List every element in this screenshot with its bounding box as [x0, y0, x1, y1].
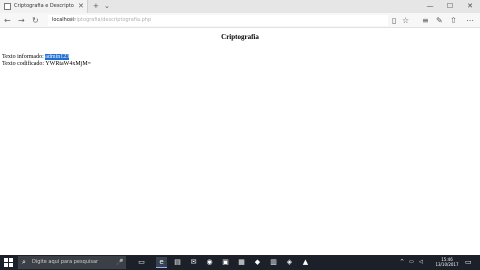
notification-center-icon[interactable]: ▭ [465, 257, 472, 268]
start-windows-icon[interactable] [4, 258, 13, 267]
more-icon[interactable]: ⋯ [466, 14, 474, 27]
app-icon-1[interactable]: ▣ [220, 257, 231, 268]
taskbar-search-box[interactable]: ⌕ Digite aqui para pesquisar 🎤 [18, 256, 126, 269]
hub-icon[interactable]: ≡ [422, 14, 429, 27]
volume-icon[interactable]: ◁ [419, 255, 423, 270]
app-icon-2[interactable]: ▦ [236, 257, 247, 268]
edge-browser-icon[interactable]: e [156, 257, 167, 268]
system-clock[interactable]: 15:46 13/10/2017 [432, 257, 462, 267]
informed-text-value[interactable]: admin123 [45, 54, 70, 60]
forward-icon[interactable]: → [18, 14, 25, 27]
address-bar[interactable]: localhost /criptografia/descriptografia.… [48, 15, 388, 26]
informed-text-label: Texto informado: [2, 54, 46, 60]
share-icon[interactable]: ⇧ [450, 14, 457, 27]
page-icon [4, 3, 11, 10]
refresh-icon[interactable]: ↻ [32, 14, 39, 27]
tab-close-icon[interactable]: ✕ [78, 1, 84, 12]
microphone-icon[interactable]: 🎤 [116, 256, 123, 269]
file-explorer-icon[interactable]: ▤ [172, 257, 183, 268]
search-icon: ⌕ [22, 258, 26, 266]
task-view-icon[interactable]: ▭ [136, 257, 147, 268]
app-icon-5[interactable]: ▲ [300, 257, 311, 268]
close-window-button[interactable]: ✕ [460, 0, 480, 13]
browser-tab-bar: Criptografia e Descripto ✕ + ⌄ — ☐ ✕ [0, 0, 480, 13]
mail-icon[interactable]: ✉ [188, 257, 199, 268]
minimize-button[interactable]: — [420, 0, 440, 13]
page-title: Criptografia [221, 33, 259, 41]
reading-view-icon[interactable]: ▯ [392, 14, 396, 27]
tab-criptografia[interactable]: Criptografia e Descripto ✕ [0, 0, 88, 13]
new-tab-icon[interactable]: + [93, 1, 99, 12]
favorite-star-icon[interactable]: ☆ [402, 14, 409, 27]
back-icon[interactable]: ← [4, 14, 11, 27]
browser-toolbar: ← → ↻ localhost /criptografia/descriptog… [0, 13, 480, 28]
app-icon-4[interactable]: ◈ [284, 257, 295, 268]
tab-title: Criptografia e Descripto [14, 3, 74, 9]
encoded-text-value[interactable]: YWRtaW4xMjM= [45, 61, 91, 67]
terminal-icon[interactable]: ▥ [268, 257, 279, 268]
address-path: /criptografia/descriptografia.php [70, 17, 152, 23]
informed-text-line: Texto informado: admin123 [2, 54, 70, 61]
clock-date: 13/10/2017 [435, 262, 459, 267]
encoded-text-line: Texto codificado: YWRtaW4xMjM= [2, 61, 91, 68]
maximize-button[interactable]: ☐ [440, 0, 460, 13]
encoded-text-label: Texto codificado: [2, 61, 46, 67]
tab-list-icon[interactable]: ⌄ [104, 1, 110, 12]
windows-taskbar: ⌕ Digite aqui para pesquisar 🎤 ▭ e ▤ ✉ ◉… [0, 255, 480, 270]
app-icon-3[interactable]: ◆ [252, 257, 263, 268]
tray-overflow-icon[interactable]: ^ [400, 255, 404, 270]
web-note-icon[interactable]: ✎ [436, 14, 443, 27]
search-placeholder: Digite aqui para pesquisar [32, 259, 99, 265]
network-icon[interactable]: ▭ [409, 255, 414, 270]
chrome-icon[interactable]: ◉ [204, 257, 215, 268]
